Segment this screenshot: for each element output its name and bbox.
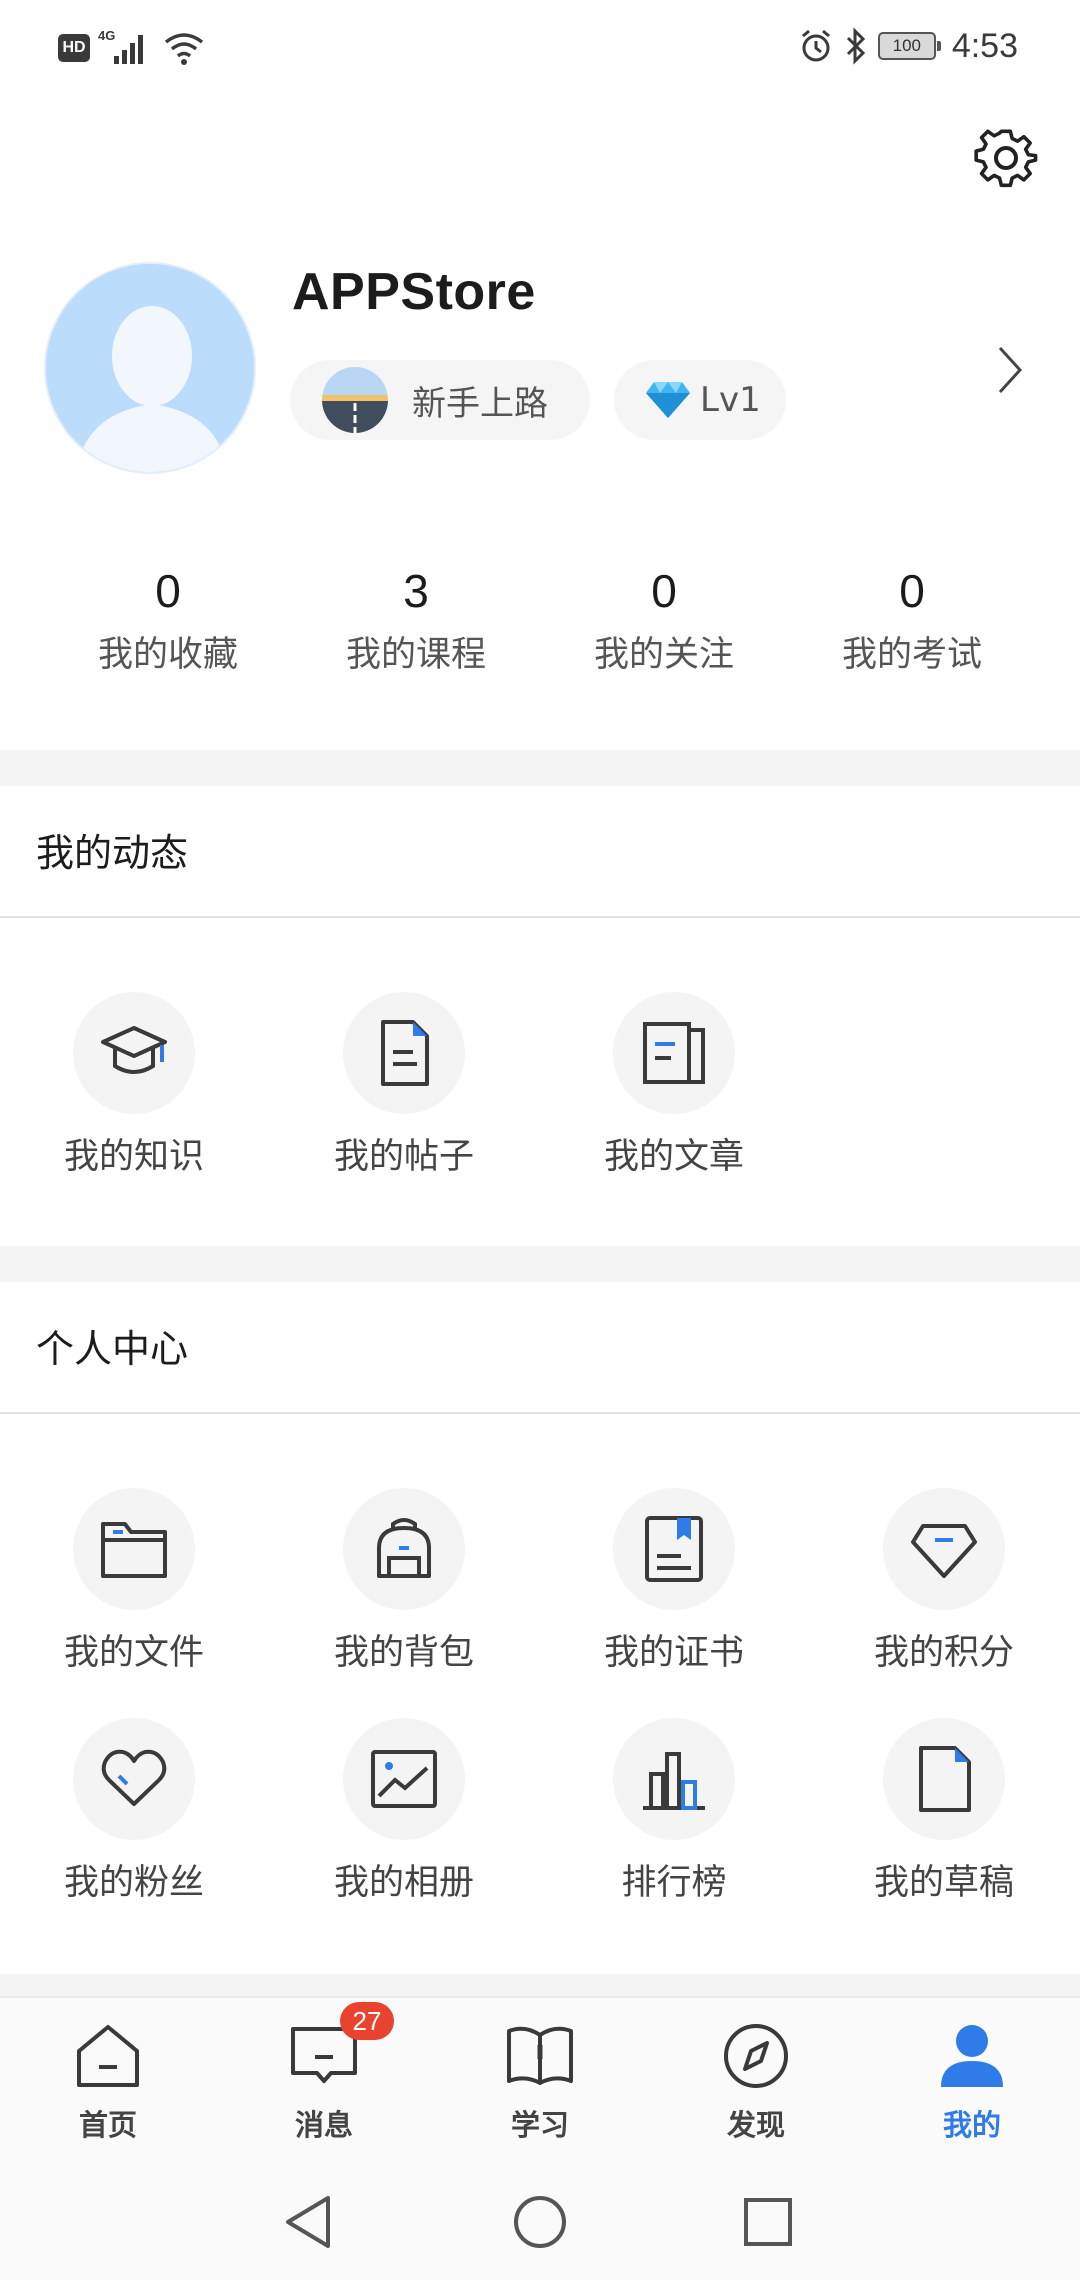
status-right: 100 4:53 xyxy=(798,22,1018,70)
draft-icon xyxy=(919,1746,971,1812)
stat-exams[interactable]: 0 我的考试 xyxy=(788,560,1036,677)
vip-level-label: Lv1 xyxy=(700,380,761,420)
gear-icon xyxy=(974,129,1038,188)
user-icon xyxy=(941,2025,1003,2087)
home-circle-icon xyxy=(514,2196,566,2248)
tile-my-articles[interactable]: 我的文章 xyxy=(574,992,774,1179)
tile-label: 排行榜 xyxy=(621,1863,727,1903)
system-navigation-bar xyxy=(0,2156,1080,2280)
system-back-button[interactable] xyxy=(278,2192,338,2252)
nav-messages[interactable]: 27 消息 xyxy=(244,2002,404,2144)
stat-label: 我的关注 xyxy=(593,635,734,675)
home-icon xyxy=(77,2025,139,2087)
tile-label: 我的积分 xyxy=(873,1633,1014,1673)
heart-icon xyxy=(101,1749,167,1806)
battery-icon: 100 xyxy=(877,32,941,60)
tile-label: 我的草稿 xyxy=(873,1863,1014,1903)
vip-level-badge[interactable]: Lv1 xyxy=(614,360,786,440)
tile-my-drafts[interactable]: 我的草稿 xyxy=(844,1718,1044,1905)
stat-value: 0 xyxy=(651,565,677,617)
document-icon xyxy=(381,1020,429,1086)
section-gap xyxy=(0,1974,1080,1996)
settings-button[interactable] xyxy=(970,122,1042,194)
tile-my-files[interactable]: 我的文件 xyxy=(34,1488,234,1675)
certificate-icon xyxy=(645,1516,703,1582)
tile-label: 我的文章 xyxy=(603,1137,744,1177)
section-gap xyxy=(0,1246,1080,1282)
tile-label: 我的帖子 xyxy=(333,1137,474,1177)
stat-label: 我的课程 xyxy=(345,635,486,675)
nav-label: 发现 xyxy=(726,2108,785,2142)
username[interactable]: APPStore xyxy=(292,262,536,322)
unread-count-badge: 27 xyxy=(340,2002,394,2040)
stat-label: 我的收藏 xyxy=(97,635,238,675)
level-badge-label: 新手上路 xyxy=(412,383,548,424)
tile-my-backpack[interactable]: 我的背包 xyxy=(304,1488,504,1675)
section-gap xyxy=(0,750,1080,786)
tile-my-fans[interactable]: 我的粉丝 xyxy=(34,1718,234,1905)
wifi-icon xyxy=(164,33,204,65)
folder-icon xyxy=(101,1522,167,1578)
stat-value: 3 xyxy=(403,565,429,617)
gem-icon xyxy=(646,382,690,418)
section-title-personal: 个人中心 xyxy=(36,1327,189,1371)
stat-favorites[interactable]: 0 我的收藏 xyxy=(44,560,292,677)
ranking-icon xyxy=(643,1752,705,1810)
book-icon xyxy=(507,2026,573,2085)
system-home-button[interactable] xyxy=(510,2192,570,2252)
graduation-cap-icon xyxy=(101,1026,167,1074)
section-title-dynamics: 我的动态 xyxy=(36,831,189,875)
default-avatar-icon xyxy=(46,264,254,472)
bluetooth-icon xyxy=(846,27,865,65)
nav-label: 首页 xyxy=(78,2108,137,2142)
diamond-icon xyxy=(911,1524,977,1578)
tile-label: 我的证书 xyxy=(603,1633,744,1673)
stat-courses[interactable]: 3 我的课程 xyxy=(292,560,540,677)
bottom-nav: 首页 27 消息 学习 发现 我的 xyxy=(0,1996,1080,2156)
road-icon xyxy=(322,367,388,433)
backpack-icon xyxy=(377,1518,431,1578)
tile-label: 我的文件 xyxy=(63,1633,204,1673)
nav-study[interactable]: 学习 xyxy=(460,2016,620,2144)
tile-ranking[interactable]: 排行榜 xyxy=(574,1718,774,1905)
divider xyxy=(0,1412,1080,1414)
recents-square-icon xyxy=(744,2198,792,2246)
tile-label: 我的背包 xyxy=(333,1633,474,1673)
tile-my-album[interactable]: 我的相册 xyxy=(304,1718,504,1905)
tile-my-certificates[interactable]: 我的证书 xyxy=(574,1488,774,1675)
stat-value: 0 xyxy=(899,565,925,617)
status-time: 4:53 xyxy=(951,26,1018,65)
compass-icon xyxy=(724,2024,788,2088)
status-left: HD 4G xyxy=(58,28,206,68)
tile-label: 我的知识 xyxy=(63,1137,204,1177)
status-bar: HD 4G 100 4:53 xyxy=(0,0,1080,92)
stat-value: 0 xyxy=(155,565,181,617)
avatar[interactable] xyxy=(44,262,256,474)
cellular-signal-icon: 4G xyxy=(98,28,154,66)
photo-icon xyxy=(371,1750,437,1808)
alarm-icon xyxy=(801,29,830,62)
chevron-right-icon xyxy=(998,346,1023,394)
nav-discover[interactable]: 发现 xyxy=(676,2016,836,2144)
tile-label: 我的相册 xyxy=(333,1863,474,1903)
stat-following[interactable]: 0 我的关注 xyxy=(540,560,788,677)
divider xyxy=(0,916,1080,918)
back-triangle-icon xyxy=(286,2196,330,2248)
nav-me[interactable]: 我的 xyxy=(892,2016,1052,2144)
tile-label: 我的粉丝 xyxy=(63,1863,204,1903)
profile-detail-button[interactable] xyxy=(990,340,1030,400)
stat-label: 我的考试 xyxy=(841,635,982,675)
network-type: 4G xyxy=(98,28,116,43)
hd-indicator: HD xyxy=(58,34,90,62)
article-icon xyxy=(643,1022,705,1084)
tile-my-posts[interactable]: 我的帖子 xyxy=(304,992,504,1179)
system-recents-button[interactable] xyxy=(738,2192,798,2252)
tile-my-knowledge[interactable]: 我的知识 xyxy=(34,992,234,1179)
nav-label: 学习 xyxy=(510,2108,569,2142)
tile-my-points[interactable]: 我的积分 xyxy=(844,1488,1044,1675)
nav-label: 消息 xyxy=(294,2108,353,2142)
nav-label: 我的 xyxy=(942,2108,1001,2142)
level-badge[interactable]: 新手上路 xyxy=(290,360,590,440)
nav-home[interactable]: 首页 xyxy=(28,2016,188,2144)
